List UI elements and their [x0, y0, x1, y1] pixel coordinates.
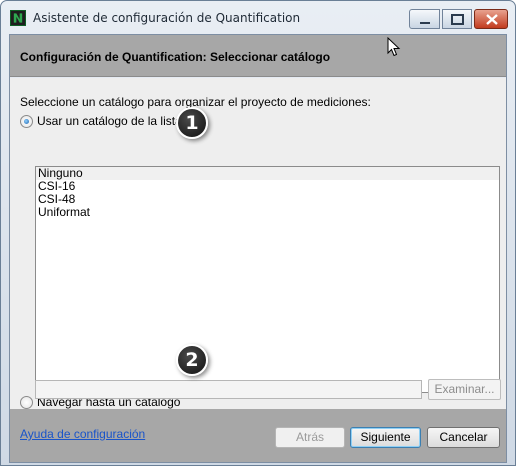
- maximize-button[interactable]: [442, 9, 472, 29]
- use-list-label: Usar un catálogo de la lista: [37, 114, 182, 128]
- callout-badge-1: 1: [176, 107, 208, 139]
- list-item[interactable]: Uniformat: [36, 206, 499, 219]
- catalog-panel: Seleccione un catálogo para organizar el…: [10, 78, 506, 409]
- wizard-content: Configuración de Quantification: Selecci…: [9, 34, 507, 463]
- catalog-listbox[interactable]: Ninguno CSI-16 CSI-48 Uniformat: [35, 166, 500, 393]
- list-item[interactable]: CSI-16: [36, 180, 499, 193]
- mouse-pointer-icon: [387, 37, 401, 57]
- page-title: Configuración de Quantification: Selecci…: [20, 50, 331, 64]
- wizard-window: Asistente de configuración de Quantifica…: [0, 0, 516, 466]
- title-bar[interactable]: Asistente de configuración de Quantifica…: [1, 1, 515, 34]
- setup-help-link[interactable]: Ayuda de configuración: [20, 427, 145, 441]
- browse-button[interactable]: Examinar...: [428, 379, 501, 400]
- wizard-header: Configuración de Quantification: Selecci…: [10, 35, 506, 77]
- quantification-app-icon: [10, 10, 26, 26]
- window-title: Asistente de configuración de Quantifica…: [33, 11, 301, 25]
- browse-radio[interactable]: [20, 395, 33, 409]
- next-button[interactable]: Siguiente: [350, 427, 421, 448]
- catalog-path-field[interactable]: [35, 380, 422, 399]
- cancel-button[interactable]: Cancelar: [427, 427, 500, 448]
- use-list-option[interactable]: Usar un catálogo de la lista: [20, 113, 182, 129]
- use-list-radio[interactable]: [20, 114, 33, 128]
- minimize-button[interactable]: [409, 9, 440, 29]
- list-item[interactable]: Ninguno: [36, 167, 499, 180]
- wizard-footer: Ayuda de configuración Atrás Siguiente C…: [10, 409, 506, 462]
- close-button[interactable]: [474, 9, 508, 29]
- back-button[interactable]: Atrás: [275, 427, 345, 448]
- list-item[interactable]: CSI-48: [36, 193, 499, 206]
- callout-badge-2: 2: [176, 344, 208, 376]
